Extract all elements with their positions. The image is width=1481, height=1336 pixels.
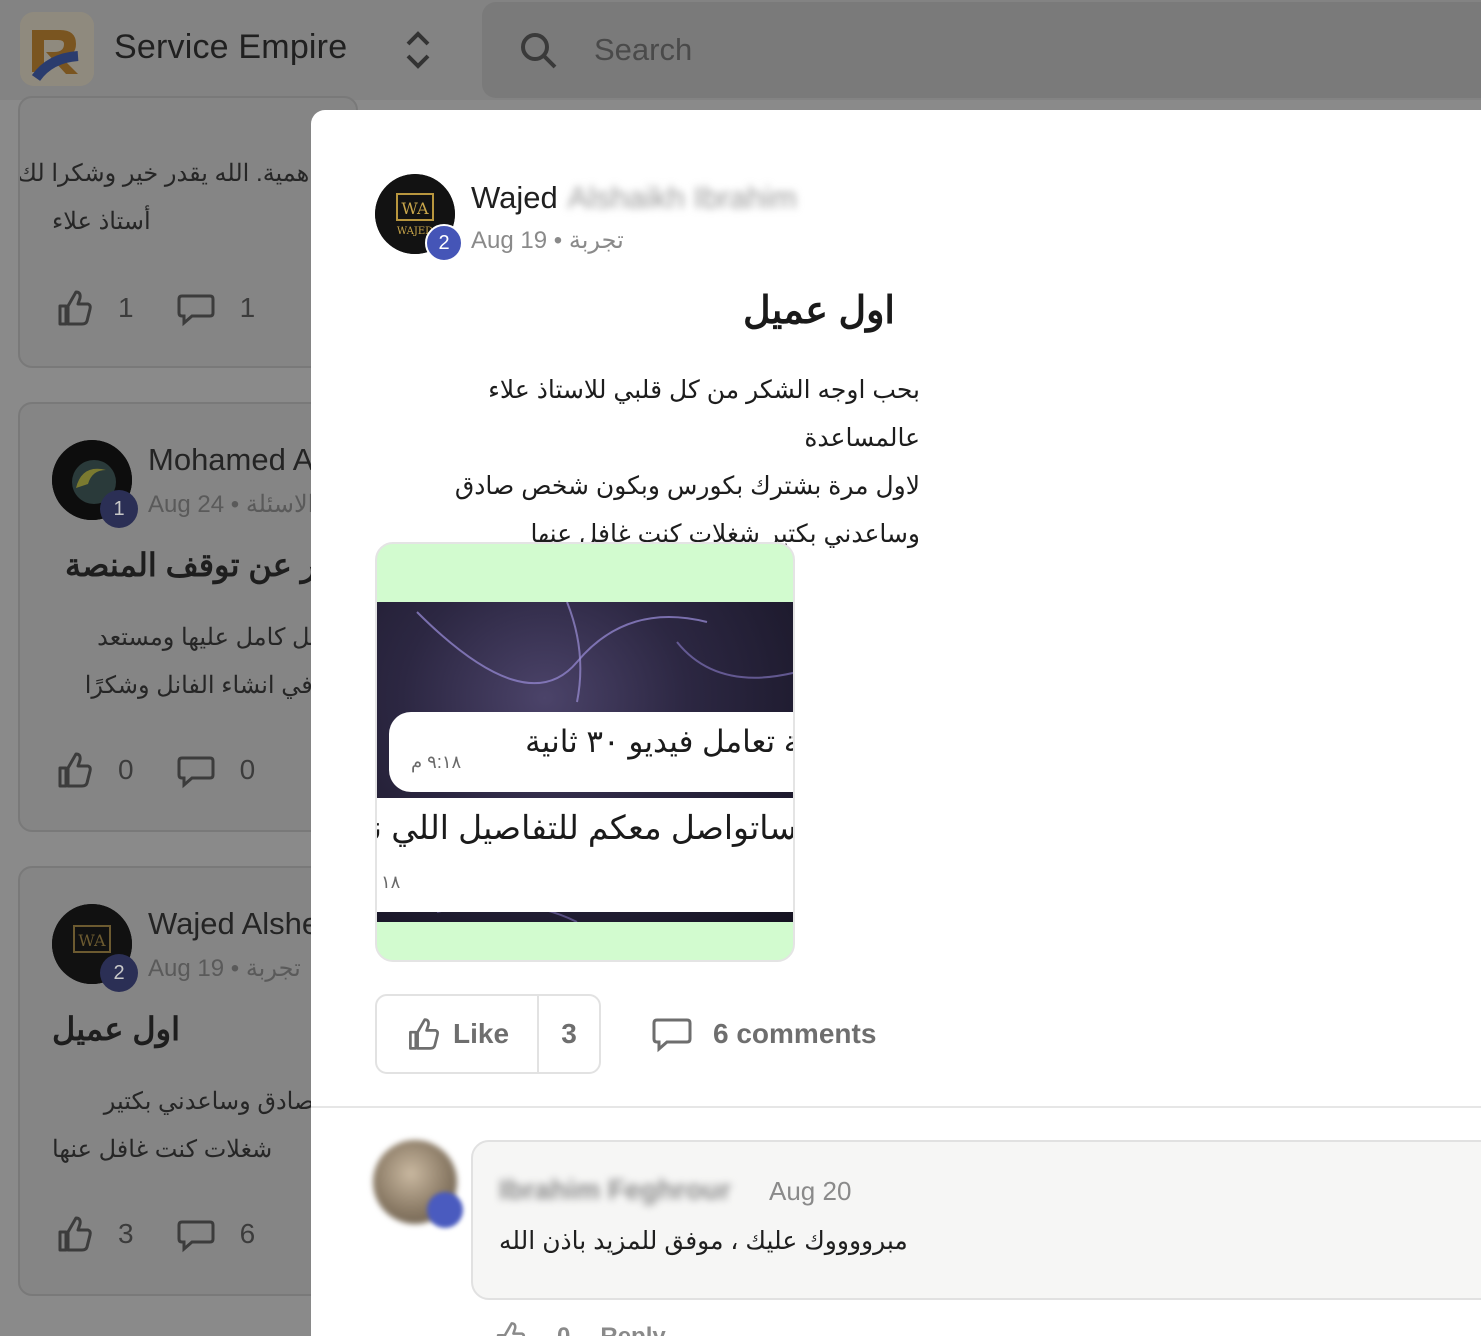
comment: Ibrahim Feghrour Aug 20 مبرووووك عليك ، …: [471, 1140, 1481, 1300]
post-meta: Aug 19 • تجربة: [471, 226, 624, 255]
like-control: Like 3: [375, 994, 601, 1074]
post-modal: WA WAJED 2 Wajed Alshaikh Ibrahim Aug 19 •…: [311, 110, 1481, 1336]
comment-date: Aug 20: [769, 1176, 852, 1206]
feed-card[interactable]: 1 Mohamed A Aug 24 • الاسئلة استفسار عن …: [18, 402, 358, 832]
chat-bubble-text: ية تعامل فيديو ٣٠ ثانية: [525, 724, 795, 759]
author-last-name[interactable]: Alshaikh Ibrahim: [568, 180, 797, 216]
like-count: 0: [118, 754, 134, 785]
comments-label: 6 comments: [713, 1018, 877, 1049]
feed-body-line: أستاذ علاء: [52, 208, 151, 235]
chat-message: ساتواصل معكم للتفاصيل اللي نحتا ١٨: [375, 798, 795, 912]
like-button[interactable]: Like: [377, 996, 539, 1072]
post-meta: Aug 19 • تجربة: [148, 955, 301, 982]
commenter-level-badge: [427, 1192, 463, 1228]
comment-count: 1: [239, 292, 256, 323]
comments-button[interactable]: 6 comments: [651, 1014, 876, 1054]
comment-like-count: 0: [557, 1323, 570, 1336]
svg-text:WA: WA: [78, 931, 106, 950]
post-category[interactable]: تجربة: [569, 227, 624, 254]
level-badge: 1: [100, 490, 138, 528]
author-name[interactable]: Wajed Alshaikh Ibrahim: [471, 180, 797, 216]
feed-body-line: شغلات كنت غافل عنها: [52, 1136, 273, 1163]
search-input[interactable]: Search: [594, 32, 692, 68]
thumbs-up-icon: [409, 1018, 439, 1050]
svg-text:WA: WA: [401, 199, 429, 218]
brand-name[interactable]: Service Empire: [114, 28, 347, 67]
comment-count: 0: [239, 754, 256, 785]
author-first-name[interactable]: Wajed: [471, 180, 558, 215]
search-icon: [518, 30, 558, 70]
commenter-name[interactable]: Ibrahim Feghrour: [499, 1174, 731, 1206]
post-title: اول عميل: [743, 290, 895, 332]
chat-bubble: ية تعامل فيديو ٣٠ ثانية ٩:١٨ م: [389, 712, 795, 792]
top-bar: Service Empire Search: [0, 0, 1481, 100]
divider: [311, 1106, 1481, 1108]
meta-separator: •: [553, 227, 563, 254]
like-count: 1: [118, 292, 134, 323]
comment-icon[interactable]: [176, 1214, 216, 1254]
chat-bubble-partial: [377, 936, 793, 960]
author-name[interactable]: Wajed Alshe: [148, 906, 319, 942]
post-date: Aug 19: [471, 227, 548, 254]
level-badge: 2: [100, 954, 138, 992]
like-count[interactable]: 3: [539, 996, 599, 1072]
thumbs-up-icon[interactable]: [493, 1320, 527, 1336]
feed-card[interactable]: اهمية. الله يقدر خير وشكرا لك أستاذ علاء…: [18, 96, 358, 368]
chat-bubble-time: ٩:١٨ م: [411, 752, 462, 772]
comment-icon: [652, 1018, 692, 1053]
feed-body-line: اهمية. الله يقدر خير وشكرا لك: [18, 160, 316, 187]
comment-actions: 0 Reply: [493, 1320, 666, 1336]
thumbs-up-icon[interactable]: [54, 288, 94, 328]
comment-icon[interactable]: [176, 750, 216, 790]
comment-icon[interactable]: [176, 288, 216, 328]
reply-button[interactable]: Reply: [600, 1323, 665, 1336]
like-count: 3: [118, 1218, 134, 1249]
logo-icon[interactable]: [20, 12, 94, 86]
post-meta: Aug 24 • الاسئلة: [148, 491, 315, 518]
comment-text: مبرووووك عليك ، موفق للمزيد باذن الله: [499, 1227, 908, 1255]
like-button-label: Like: [452, 1018, 510, 1049]
level-badge: 2: [425, 224, 463, 262]
thumbs-up-icon[interactable]: [54, 1214, 94, 1254]
chat-message-text: ساتواصل معكم للتفاصيل اللي نحتا: [375, 809, 795, 846]
chat-message-time: ١٨: [381, 872, 401, 892]
post-body: بحب اوجه الشكر من كل قلبي للاستاذ علاء ع…: [375, 366, 920, 558]
post-body-line: بحب اوجه الشكر من كل قلبي للاستاذ علاء ع…: [488, 376, 920, 452]
comment-count: 6: [239, 1218, 256, 1249]
post-body-line: لاول مرة بشترك بكورس وبكون شخص صادق: [454, 472, 920, 500]
post-title[interactable]: اول عميل: [52, 1010, 180, 1048]
post-image[interactable]: ية تعامل فيديو ٣٠ ثانية ٩:١٨ م ساتواصل م…: [375, 542, 795, 962]
thumbs-up-icon[interactable]: [54, 750, 94, 790]
search-bar[interactable]: Search: [482, 2, 1481, 98]
author-name[interactable]: Mohamed A: [148, 442, 313, 478]
sort-icon[interactable]: [400, 28, 436, 72]
feed-card[interactable]: WA 2 Wajed Alshe Aug 19 • تجربة اول عميل…: [18, 866, 358, 1296]
